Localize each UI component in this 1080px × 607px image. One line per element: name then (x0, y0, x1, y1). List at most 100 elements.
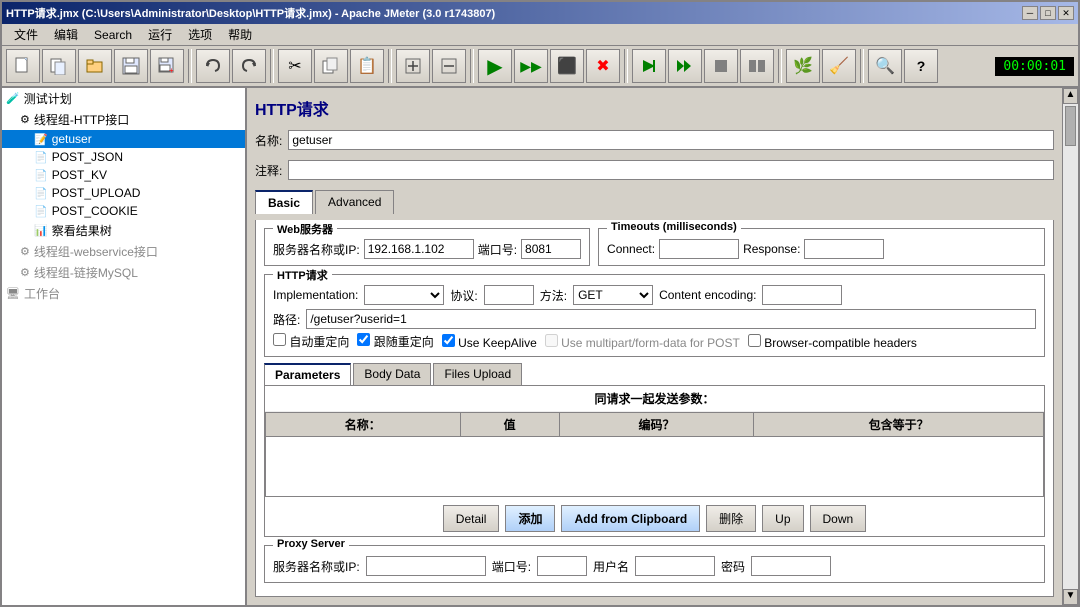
main-tab-bar: Basic Advanced (255, 190, 1054, 214)
add-button[interactable]: 添加 (505, 505, 555, 532)
collapse-button[interactable] (432, 49, 466, 83)
remote-stop-all-button[interactable] (740, 49, 774, 83)
svg-text:+: + (169, 66, 174, 75)
right-scrollbar[interactable]: ▲ ▼ (1062, 88, 1078, 605)
multipart-checkbox[interactable] (545, 334, 558, 347)
clear-all-button[interactable]: 🧹 (822, 49, 856, 83)
tree-item-workbench[interactable]: 🖥 工作台 (2, 283, 245, 304)
function-helper-button[interactable]: 🌿 (786, 49, 820, 83)
maximize-button[interactable]: □ (1040, 6, 1056, 20)
undo-button[interactable] (196, 49, 230, 83)
remote-start-button[interactable] (632, 49, 666, 83)
proxy-server-input[interactable] (366, 556, 486, 576)
tree-item-post-upload[interactable]: 📄 POST_UPLOAD (2, 184, 245, 202)
new-button[interactable] (6, 49, 40, 83)
start-no-pause-button[interactable]: ▶▶ (514, 49, 548, 83)
copy-button[interactable] (314, 49, 348, 83)
minimize-button[interactable]: ─ (1022, 6, 1038, 20)
delete-button[interactable]: 删除 (706, 505, 756, 532)
start-button[interactable]: ▶ (478, 49, 512, 83)
scroll-up-btn[interactable]: ▲ (1063, 88, 1078, 104)
implementation-label: Implementation: (273, 288, 358, 302)
remote-start-all-button[interactable] (668, 49, 702, 83)
menu-options[interactable]: 选项 (180, 24, 220, 45)
server-ip-input[interactable] (364, 239, 474, 259)
params-area: 同请求一起发送参数： 名称： 值 编码？ 包含等于？ (264, 385, 1045, 537)
menu-file[interactable]: 文件 (6, 24, 46, 45)
auto-redirect-label: 自动重定向 (273, 333, 349, 350)
comment-row: 注释: (255, 160, 1054, 180)
tree-item-results[interactable]: 📊 察看结果树 (2, 220, 245, 241)
scroll-thumb[interactable] (1065, 106, 1076, 146)
tree-item-0[interactable]: 🧪 测试计划 (2, 88, 245, 109)
test-plan-icon: 🧪 (6, 92, 20, 105)
tree-item-mysql[interactable]: ⚙ 线程组-链接MySQL (2, 262, 245, 283)
paste-button[interactable]: 📋 (350, 49, 384, 83)
protocol-input[interactable] (484, 285, 534, 305)
title-bar: HTTP请求.jmx (C:\Users\Administrator\Deskt… (2, 2, 1078, 24)
save-button[interactable] (114, 49, 148, 83)
response-input[interactable] (804, 239, 884, 259)
save-as-button[interactable]: + (150, 49, 184, 83)
sub-tab-bar: Parameters Body Data Files Upload (264, 363, 1045, 385)
expand-button[interactable] (396, 49, 430, 83)
menu-search[interactable]: Search (86, 26, 140, 44)
tree-item-post-kv[interactable]: 📄 POST_KV (2, 166, 245, 184)
table-title: 同请求一起发送参数： (265, 386, 1044, 412)
proxy-section: Proxy Server 服务器名称或IP: 端口号: 用户名 密码 (264, 545, 1045, 583)
shutdown-button[interactable]: ✖ (586, 49, 620, 83)
path-input[interactable] (306, 309, 1036, 329)
menu-edit[interactable]: 编辑 (46, 24, 86, 45)
encoding-input[interactable] (762, 285, 842, 305)
method-select[interactable]: GET POST PUT DELETE (573, 285, 653, 305)
port-input[interactable] (521, 239, 581, 259)
tree-item-webservice[interactable]: ⚙ 线程组-webservice接口 (2, 241, 245, 262)
search-button[interactable]: 🔍 (868, 49, 902, 83)
post-json-icon: 📄 (34, 151, 48, 164)
buttons-row: Detail 添加 Add from Clipboard 删除 Up Down (265, 501, 1044, 536)
help-button[interactable]: ? (904, 49, 938, 83)
browser-compat-checkbox[interactable] (748, 334, 761, 347)
sub-tab-area: Parameters Body Data Files Upload 同请求一起发… (264, 363, 1045, 537)
detail-button[interactable]: Detail (443, 505, 500, 532)
open-button[interactable] (78, 49, 112, 83)
cut-button[interactable]: ✂ (278, 49, 312, 83)
templates-button[interactable] (42, 49, 76, 83)
follow-redirect-checkbox[interactable] (357, 333, 370, 346)
keepalive-checkbox[interactable] (442, 334, 455, 347)
tree-item-post-cookie[interactable]: 📄 POST_COOKIE (2, 202, 245, 220)
auto-redirect-checkbox[interactable] (273, 333, 286, 346)
tree-item-1[interactable]: ⚙ 线程组-HTTP接口 (2, 109, 245, 130)
tab-basic[interactable]: Basic (255, 190, 313, 214)
tab-files-upload[interactable]: Files Upload (433, 363, 522, 385)
menu-run[interactable]: 运行 (140, 24, 180, 45)
scroll-down-btn[interactable]: ▼ (1063, 589, 1078, 605)
redo-button[interactable] (232, 49, 266, 83)
tab-advanced[interactable]: Advanced (315, 190, 394, 214)
close-button[interactable]: ✕ (1058, 6, 1074, 20)
implementation-select[interactable] (364, 285, 444, 305)
connect-input[interactable] (659, 239, 739, 259)
thread-group-icon: ⚙ (20, 113, 30, 126)
down-button[interactable]: Down (810, 505, 867, 532)
port-label: 端口号: (478, 241, 517, 258)
proxy-port-input[interactable] (537, 556, 587, 576)
up-button[interactable]: Up (762, 505, 803, 532)
main-area: 🧪 测试计划 ⚙ 线程组-HTTP接口 📝 getuser 📄 POST_JSO… (2, 88, 1078, 605)
server-timeouts-row: Web服务器 服务器名称或IP: 端口号: Timeouts (millisec… (264, 228, 1045, 266)
tab-body-data[interactable]: Body Data (353, 363, 431, 385)
proxy-pass-input[interactable] (751, 556, 831, 576)
right-panel: HTTP请求 名称: 注释: Basic Advanced (247, 88, 1062, 605)
stop-button[interactable]: ⬛ (550, 49, 584, 83)
comment-input[interactable] (288, 160, 1054, 180)
name-input[interactable] (288, 130, 1054, 150)
proxy-server-label: 服务器名称或IP: (273, 558, 360, 575)
menu-help[interactable]: 帮助 (220, 24, 260, 45)
remote-stop-button[interactable] (704, 49, 738, 83)
add-clipboard-button[interactable]: Add from Clipboard (561, 505, 700, 532)
tab-parameters[interactable]: Parameters (264, 363, 351, 385)
tree-item-post-json[interactable]: 📄 POST_JSON (2, 148, 245, 166)
tree-panel: 🧪 测试计划 ⚙ 线程组-HTTP接口 📝 getuser 📄 POST_JSO… (2, 88, 247, 605)
proxy-user-input[interactable] (635, 556, 715, 576)
tree-item-getuser[interactable]: 📝 getuser (2, 130, 245, 148)
